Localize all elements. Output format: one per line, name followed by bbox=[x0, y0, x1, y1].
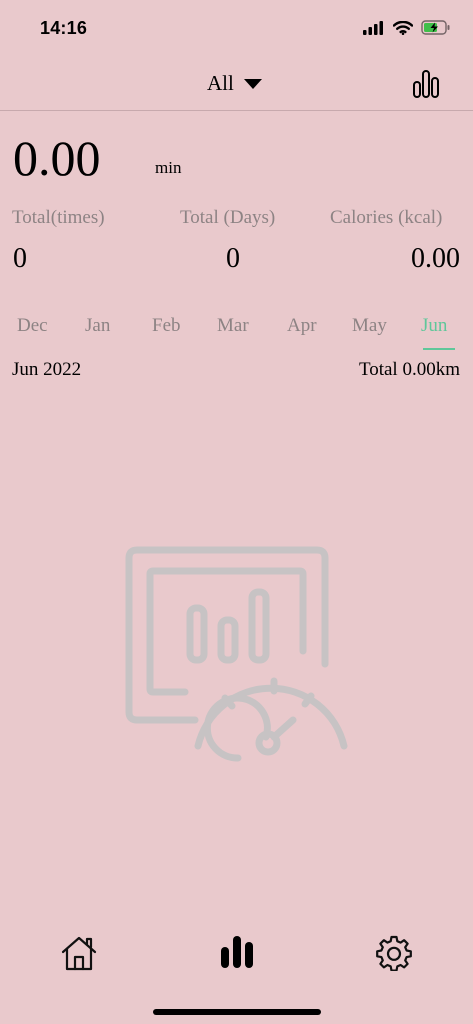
month-tab-dec[interactable]: Dec bbox=[17, 315, 48, 337]
month-tab-jun[interactable]: Jun bbox=[421, 315, 447, 337]
month-tab-feb[interactable]: Feb bbox=[152, 315, 181, 337]
settings-icon bbox=[376, 935, 412, 972]
battery-charging-icon bbox=[421, 20, 450, 35]
home-icon bbox=[61, 936, 97, 971]
total-distance: Total 0.00km bbox=[358, 359, 460, 380]
month-tab-may[interactable]: May bbox=[352, 315, 387, 337]
duration-unit: min bbox=[155, 158, 182, 177]
empty-state-illustration bbox=[125, 546, 350, 773]
bar-chart-icon bbox=[413, 70, 439, 98]
total-days-label: Total (Days) bbox=[180, 207, 276, 228]
status-time: 14:16 bbox=[40, 18, 88, 38]
calories-value: 0.00 bbox=[411, 243, 460, 274]
filter-label: All bbox=[207, 71, 234, 95]
status-icons bbox=[363, 20, 451, 35]
tab-home[interactable] bbox=[61, 935, 97, 976]
empty-chart-speedometer-icon bbox=[125, 546, 348, 762]
cellular-signal-icon bbox=[363, 20, 383, 35]
total-times-label: Total(times) bbox=[12, 207, 105, 228]
period-label: Jun 2022 bbox=[12, 359, 82, 380]
total-days-value: 0 bbox=[226, 243, 240, 274]
selected-month-indicator bbox=[423, 348, 455, 350]
total-times-value: 0 bbox=[13, 243, 27, 274]
dropdown-triangle-icon bbox=[243, 78, 262, 89]
filter-dropdown[interactable]: All bbox=[207, 71, 262, 96]
statistics-icon bbox=[221, 936, 253, 968]
tab-settings[interactable] bbox=[376, 935, 412, 976]
wifi-icon bbox=[393, 20, 413, 35]
tab-statistics[interactable] bbox=[220, 935, 254, 974]
month-tab-apr[interactable]: Apr bbox=[287, 315, 317, 337]
month-tab-jan[interactable]: Jan bbox=[85, 315, 110, 337]
duration-value: 0.00 bbox=[13, 130, 101, 186]
month-tab-mar[interactable]: Mar bbox=[217, 315, 249, 337]
calories-label: Calories (kcal) bbox=[330, 207, 443, 228]
home-indicator bbox=[153, 1009, 321, 1015]
chart-view-button[interactable] bbox=[413, 70, 439, 103]
